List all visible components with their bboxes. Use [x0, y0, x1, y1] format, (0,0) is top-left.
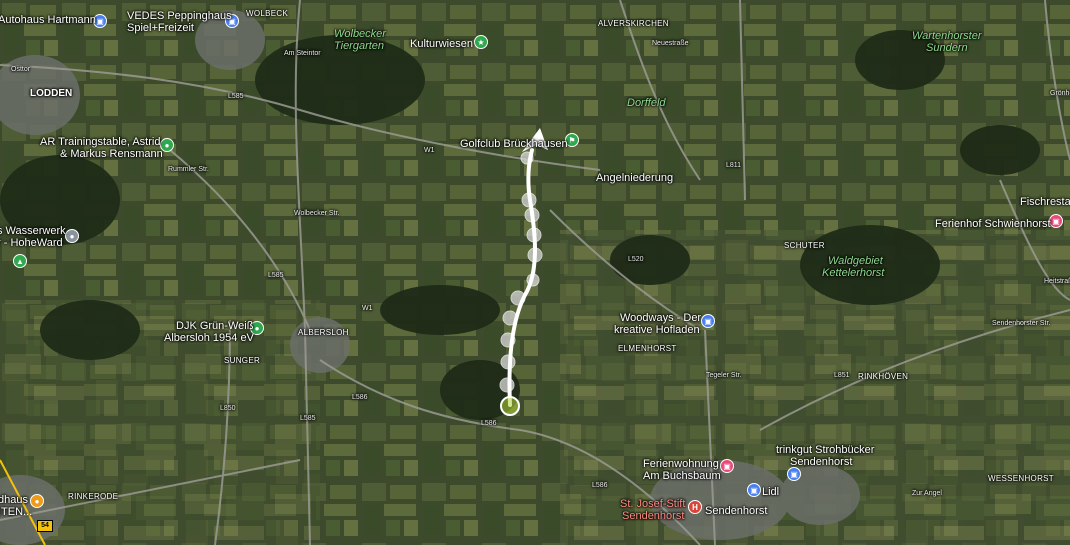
- road-l811: L811: [726, 162, 742, 169]
- road-heitstrasse: Heitstraße: [1044, 278, 1070, 285]
- poi-ar-training-1[interactable]: AR Trainingstable, Astrid: [40, 136, 160, 148]
- hospital-icon[interactable]: H: [688, 500, 702, 514]
- road-l851: L851: [834, 372, 850, 379]
- road-l585-b: L585: [268, 272, 284, 279]
- road-l520: L520: [628, 256, 644, 263]
- place-schuter: SCHUTER: [784, 241, 825, 250]
- park-wolbecker-tiergarten-2: Tiergarten: [334, 40, 385, 52]
- park-wolbecker-tiergarten-1: Wolbecker: [334, 28, 386, 40]
- road-zur-angel: Zur Angel: [912, 490, 942, 497]
- road-osttor: Osttor: [11, 66, 31, 73]
- poi-trinkgut-1[interactable]: trinkgut Strohbücker: [776, 444, 874, 456]
- park-icon[interactable]: ▲: [13, 254, 27, 268]
- place-wartenhorster-1: Wartenhorster: [912, 30, 982, 42]
- shopping-bag-icon[interactable]: ▣: [701, 314, 715, 328]
- place-rinkerode: RINKERODE: [68, 492, 119, 501]
- road-w1-b: W1: [362, 305, 373, 312]
- shopping-bag-icon[interactable]: ▣: [747, 483, 761, 497]
- road-l585-c: L585: [300, 415, 316, 422]
- poi-woodways-1[interactable]: Woodways - Der: [620, 312, 701, 324]
- place-waldgebiet-2: Kettelerhorst: [822, 267, 885, 279]
- road-gronhorst: Grönhorst: [1050, 90, 1070, 97]
- place-sendenhorst: Sendenhorst: [705, 505, 768, 517]
- road-l586-a: L586: [352, 394, 368, 401]
- place-rinkhoven: RINKHÖVEN: [858, 372, 909, 381]
- shopping-bag-icon[interactable]: ▣: [787, 467, 801, 481]
- place-dorffeld: Dorffeld: [627, 97, 666, 109]
- place-albersloh: ALBERSLOH: [298, 328, 349, 337]
- poi-ferienhof[interactable]: Ferienhof Schwienhorst: [935, 218, 1051, 230]
- place-lodden: LODDEN: [30, 88, 73, 99]
- poi-djk-2[interactable]: Albersloh 1954 eV: [164, 332, 254, 344]
- place-wartenhorster-2: Sundern: [926, 42, 968, 54]
- poi-dhaus-1[interactable]: dhaus: [0, 494, 28, 506]
- road-tegeler-str: Tegeler Str.: [706, 372, 742, 379]
- museum-icon[interactable]: ★: [474, 35, 488, 49]
- route-start-marker: [500, 396, 520, 416]
- road-am-steintor: Am Steintor: [284, 50, 321, 57]
- poi-ferienwohnung-1[interactable]: Ferienwohnung: [643, 458, 719, 470]
- place-wessenhorst: WESSENHORST: [988, 474, 1054, 483]
- poi-djk-1[interactable]: DJK Grün-Weiß: [176, 320, 253, 332]
- poi-dhaus-2[interactable]: ITEN...: [0, 506, 32, 518]
- autobahn-shield: 54: [37, 520, 53, 532]
- road-l585: L585: [228, 93, 244, 100]
- poi-ferienwohnung-2[interactable]: Am Buchsbaum: [643, 470, 721, 482]
- place-elmenhorst: ELMENHORST: [618, 344, 677, 353]
- road-wolbecker-str: Wolbecker Str.: [294, 210, 340, 217]
- road-w1: W1: [424, 147, 435, 154]
- poi-trinkgut-2[interactable]: Sendenhorst: [790, 456, 852, 468]
- poi-st-josef-2[interactable]: Sendenhorst: [622, 510, 684, 522]
- road-l850: L850: [220, 405, 236, 412]
- poi-lidl[interactable]: Lidl: [762, 486, 779, 498]
- place-sunger: SUNGER: [224, 356, 261, 365]
- road-rummler-str: Rummler Str.: [168, 166, 209, 173]
- poi-vedes-line2[interactable]: Spiel+Freizeit: [127, 22, 194, 34]
- poi-wasserwerk-2[interactable]: r - HoheWard: [0, 237, 63, 249]
- road-l586-b: L586: [481, 420, 497, 427]
- pin-icon[interactable]: ●: [65, 229, 79, 243]
- road-neuestrasse: Neuestraße: [652, 40, 689, 47]
- road-sendenhorster-str: Sendenhorster Str.: [992, 320, 1051, 327]
- bed-icon[interactable]: ▣: [1049, 214, 1063, 228]
- place-wolbeck: WOLBECK: [246, 9, 289, 18]
- poi-vedes-line1[interactable]: VEDES Peppinghaus: [127, 10, 232, 22]
- poi-kulturwiesen[interactable]: Kulturwiesen: [410, 38, 473, 50]
- poi-st-josef-1[interactable]: St. Josef-Stift: [620, 498, 685, 510]
- poi-autohaus-hartmann[interactable]: Autohaus Hartmann: [0, 14, 96, 26]
- poi-fischrestaurant[interactable]: Fischrestau: [1020, 196, 1070, 208]
- place-angelniederung: Angelniederung: [596, 172, 674, 184]
- bed-icon[interactable]: ▣: [720, 459, 734, 473]
- road-l586-c: L586: [592, 482, 608, 489]
- place-alverskirchen: ALVERSKIRCHEN: [598, 19, 669, 28]
- poi-golfclub[interactable]: Golfclub Brückhausen: [460, 138, 568, 150]
- place-waldgebiet-1: Waldgebiet: [828, 255, 883, 267]
- poi-ar-training-2[interactable]: & Markus Rensmann: [60, 148, 163, 160]
- poi-wasserwerk-1[interactable]: s Wasserwerk: [0, 225, 66, 237]
- satellite-map[interactable]: [0, 0, 1070, 545]
- poi-woodways-2[interactable]: kreative Hofladen: [614, 324, 700, 336]
